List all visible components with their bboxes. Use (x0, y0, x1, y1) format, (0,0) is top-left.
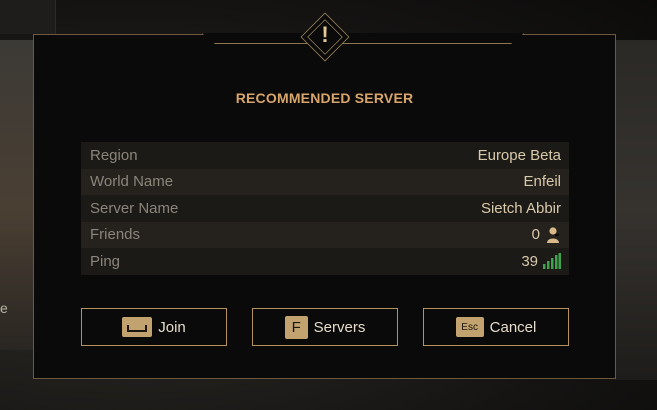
row-value: Europe Beta (477, 146, 561, 164)
servers-button[interactable]: F Servers (252, 308, 398, 346)
f-key-icon: F (284, 315, 308, 339)
info-row-friends: Friends 0 (81, 221, 569, 248)
background-panel-topleft (0, 0, 56, 34)
warning-emblem: ! (300, 12, 350, 62)
recommended-server-dialog: ! RECOMMENDED SERVER Region Europe Beta … (33, 12, 616, 379)
join-button-label: Join (158, 318, 186, 336)
background-edge-text: e (0, 300, 8, 316)
row-label: World Name (90, 173, 174, 191)
join-button[interactable]: Join (81, 308, 227, 346)
person-icon (547, 227, 559, 243)
row-label: Region (90, 146, 138, 164)
info-row-ping: Ping 39 (81, 248, 569, 275)
info-row-server-name: Server Name Sietch Abbir (81, 195, 569, 222)
esc-key-icon: Esc (455, 317, 484, 337)
row-label: Ping (90, 252, 121, 270)
row-value: 39 (521, 252, 538, 270)
row-label: Server Name (90, 199, 179, 217)
servers-button-label: Servers (313, 318, 366, 336)
space-key-icon (122, 317, 153, 337)
info-row-region: Region Europe Beta (81, 142, 569, 169)
info-row-world-name: World Name Enfeil (81, 168, 569, 195)
row-value: 0 (531, 226, 540, 244)
row-value: Enfeil (523, 173, 561, 191)
server-info-table: Region Europe Beta World Name Enfeil Ser… (81, 142, 569, 275)
dialog-title: RECOMMENDED SERVER (235, 90, 414, 106)
background-scene-right (615, 40, 657, 380)
row-value: Sietch Abbir (480, 199, 561, 217)
header-ornament (202, 33, 524, 44)
cancel-button[interactable]: Esc Cancel (423, 308, 569, 346)
signal-bars-icon (543, 253, 561, 270)
row-label: Friends (90, 226, 141, 244)
exclamation-icon: ! (321, 22, 329, 47)
cancel-button-label: Cancel (489, 318, 537, 336)
